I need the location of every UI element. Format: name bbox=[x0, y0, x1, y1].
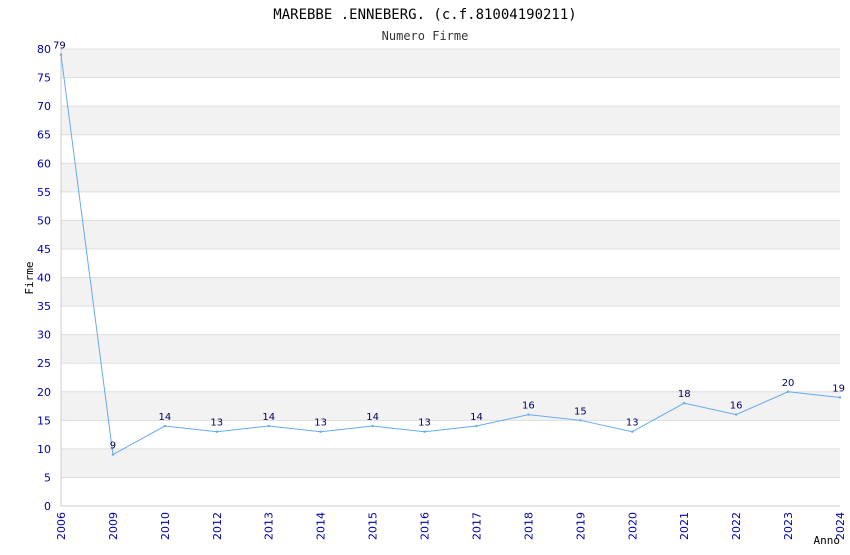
grid-band bbox=[61, 220, 840, 249]
y-tick-label: 10 bbox=[37, 443, 51, 456]
grid-band bbox=[61, 106, 840, 135]
grid-band bbox=[61, 134, 840, 164]
data-label: 19 bbox=[832, 383, 845, 394]
chart-subtitle: Numero Firme bbox=[382, 29, 469, 43]
data-label: 20 bbox=[782, 378, 795, 389]
data-point bbox=[267, 424, 270, 428]
grid-band bbox=[61, 77, 840, 107]
data-label: 13 bbox=[210, 418, 223, 429]
y-axis-ticks: 0 5 10 15 20 25 30 35 40 45 50 55 60 65 70 75 80 bbox=[37, 43, 51, 513]
grid-band bbox=[61, 163, 840, 192]
data-point bbox=[838, 396, 842, 399]
data-label: 13 bbox=[418, 418, 431, 429]
grid-bands bbox=[60, 48, 840, 507]
grid-band bbox=[61, 277, 840, 307]
grid-band bbox=[61, 420, 840, 449]
x-tick-label: 2012 bbox=[211, 512, 224, 540]
y-axis-label: Firme bbox=[23, 261, 36, 294]
data-label: 16 bbox=[522, 401, 535, 412]
data-point bbox=[683, 401, 686, 405]
y-tick-label: 65 bbox=[37, 129, 51, 142]
grid-band bbox=[61, 306, 840, 335]
y-tick-label: 50 bbox=[37, 214, 51, 227]
data-label: 14 bbox=[366, 412, 379, 423]
y-tick-label: 30 bbox=[37, 329, 51, 342]
y-tick-label: 35 bbox=[37, 300, 51, 313]
data-point bbox=[215, 430, 218, 433]
x-axis-ticks: 2006 2009 2010 2012 2013 2014 2015 2016 2017 2018… bbox=[55, 512, 847, 540]
data-label: 14 bbox=[470, 412, 483, 423]
x-tick-label: 2023 bbox=[782, 512, 795, 540]
y-tick-label: 75 bbox=[37, 72, 51, 85]
data-point bbox=[111, 453, 115, 456]
data-label: 9 bbox=[110, 441, 116, 452]
y-tick-label: 70 bbox=[37, 100, 51, 113]
x-tick-label: 2009 bbox=[107, 512, 120, 540]
y-tick-label: 15 bbox=[37, 414, 51, 427]
grid-band bbox=[61, 191, 840, 221]
x-tick-label: 2016 bbox=[419, 512, 432, 540]
y-tick-label: 20 bbox=[37, 386, 51, 399]
data-point bbox=[319, 430, 322, 433]
x-tick-label: 2019 bbox=[574, 512, 587, 540]
grid-band bbox=[61, 363, 840, 392]
x-axis-label: Anno bbox=[814, 534, 841, 547]
x-tick-label: 2010 bbox=[159, 512, 172, 540]
data-label: 79 bbox=[53, 41, 66, 52]
data-point bbox=[631, 430, 634, 433]
data-label: 16 bbox=[730, 401, 743, 412]
y-tick-label: 80 bbox=[37, 43, 51, 56]
grid-band bbox=[61, 49, 840, 78]
y-tick-label: 45 bbox=[37, 243, 51, 256]
line-chart: MAREBBE .ENNEBERG. (c.f.81004190211) Num… bbox=[23, 7, 847, 547]
x-tick-label: 2014 bbox=[315, 512, 328, 540]
x-tick-label: 2020 bbox=[626, 512, 639, 540]
data-label: 15 bbox=[574, 406, 587, 417]
data-point bbox=[475, 424, 478, 428]
y-tick-label: 60 bbox=[37, 157, 51, 170]
x-tick-label: 2013 bbox=[263, 512, 276, 540]
data-point bbox=[579, 419, 582, 422]
data-point bbox=[423, 430, 426, 433]
data-point bbox=[163, 424, 167, 428]
data-point bbox=[371, 424, 374, 428]
data-label: 13 bbox=[626, 418, 639, 429]
grid-band bbox=[61, 391, 840, 421]
y-tick-label: 0 bbox=[44, 500, 51, 513]
y-tick-label: 5 bbox=[44, 471, 51, 484]
x-tick-label: 2015 bbox=[367, 512, 380, 540]
chart-title: MAREBBE .ENNEBERG. (c.f.81004190211) bbox=[273, 7, 576, 23]
grid-band bbox=[61, 248, 840, 278]
data-label: 14 bbox=[262, 412, 275, 423]
x-tick-label: 2017 bbox=[470, 512, 483, 540]
data-point bbox=[527, 413, 530, 416]
x-tick-label: 2021 bbox=[678, 512, 691, 540]
grid-band bbox=[61, 477, 840, 506]
x-tick-label: 2006 bbox=[55, 512, 68, 540]
chart: MAREBBE .ENNEBERG. (c.f.81004190211) Num… bbox=[0, 0, 850, 550]
y-tick-label: 40 bbox=[37, 272, 51, 285]
data-label: 14 bbox=[158, 412, 171, 423]
data-point bbox=[59, 53, 63, 56]
data-point bbox=[734, 413, 738, 416]
y-tick-label: 55 bbox=[37, 186, 51, 199]
y-tick-label: 25 bbox=[37, 357, 51, 370]
x-tick-label: 2018 bbox=[522, 512, 535, 540]
data-label: 18 bbox=[678, 389, 691, 400]
x-tick-label: 2022 bbox=[730, 512, 743, 540]
grid-band bbox=[61, 448, 840, 478]
data-label: 13 bbox=[314, 418, 327, 429]
data-point bbox=[786, 390, 790, 393]
grid-band bbox=[61, 334, 840, 364]
